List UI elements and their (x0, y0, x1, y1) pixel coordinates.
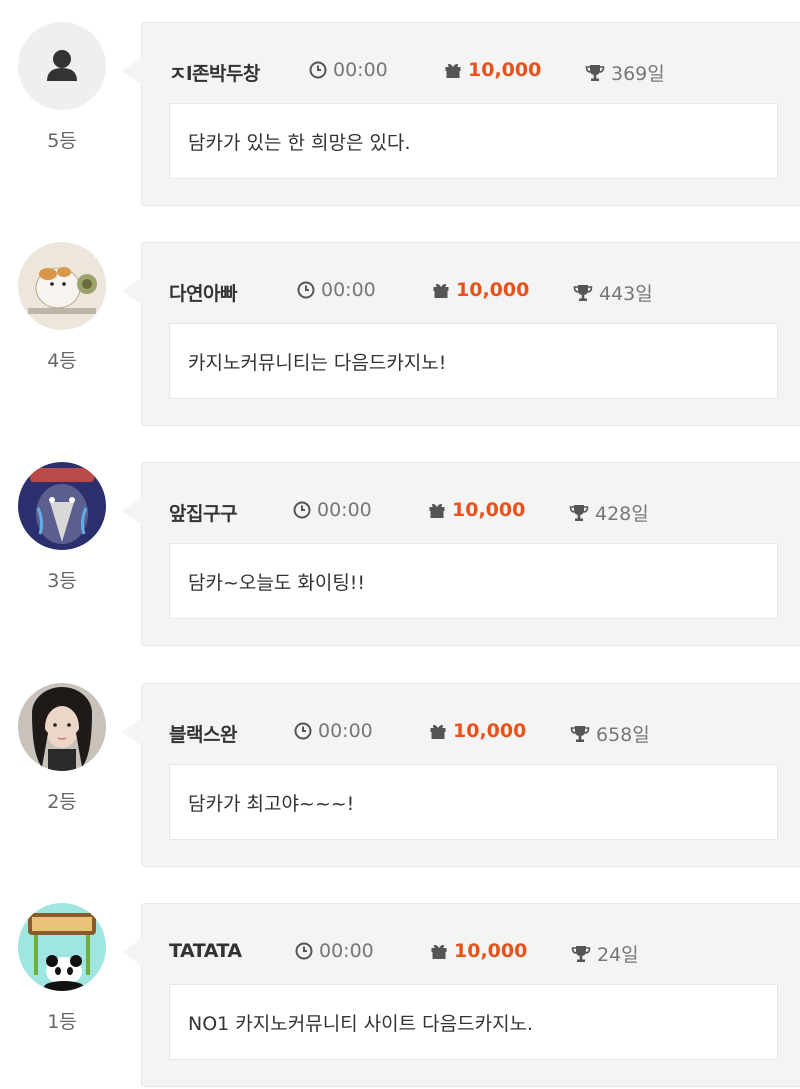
card-pointer (122, 57, 142, 85)
points-value: 10,000 (468, 59, 542, 81)
message-text: 담카가 있는 한 희망은 있다. (188, 131, 411, 154)
avatar[interactable] (18, 242, 106, 330)
card-pointer (122, 718, 142, 746)
avatar[interactable] (18, 903, 106, 991)
avatar[interactable] (18, 22, 106, 110)
card-pointer (122, 497, 142, 525)
rank-label: 3등 (47, 570, 77, 592)
nickname[interactable]: 블랙스완 (169, 720, 237, 747)
nickname[interactable]: ㅈl존박두창 (169, 59, 260, 86)
rank-label: 1등 (47, 1011, 77, 1033)
trophy-icon (569, 504, 589, 521)
hamster-avatar (18, 242, 106, 330)
bird-avatar (18, 462, 106, 550)
time-value: 00:00 (321, 279, 376, 301)
ranking-entry: 5등 ㅈl존박두창 00:00 10,000 369일 담카가 있는 한 희망은… (0, 22, 800, 208)
time-info: 00:00 (309, 59, 388, 81)
message-box: 담카~오늘도 화이팅!! (169, 543, 778, 619)
time-value: 00:00 (317, 499, 372, 521)
message-text: NO1 카지노커뮤니티 사이트 다음드카지노. (188, 1012, 534, 1035)
points-info: 10,000 (432, 279, 529, 301)
gift-icon (431, 944, 447, 959)
card-header: TATATA 00:00 10,000 24일 (169, 936, 789, 966)
days-info: 443일 (573, 279, 653, 306)
time-info: 00:00 (295, 940, 374, 962)
trophy-icon (570, 725, 590, 742)
comment-card: ㅈl존박두창 00:00 10,000 369일 담카가 있는 한 희망은 있다… (122, 22, 800, 206)
ranking-entry: 2등 블랙스완 00:00 10,000 658일 담카가 최고야~~~! (0, 683, 800, 869)
card-header: 블랙스완 00:00 10,000 658일 (169, 716, 789, 746)
days-info: 24일 (571, 940, 639, 967)
nickname[interactable]: 다연아빠 (169, 279, 237, 306)
trophy-icon (571, 945, 591, 962)
message-text: 담카가 최고야~~~! (188, 792, 355, 815)
points-info: 10,000 (428, 499, 525, 521)
clock-icon (295, 942, 313, 960)
clock-icon (293, 501, 311, 519)
clock-icon (294, 722, 312, 740)
points-value: 10,000 (452, 499, 526, 521)
gift-icon (429, 503, 445, 518)
avatar[interactable] (18, 462, 106, 550)
points-value: 10,000 (456, 279, 530, 301)
comment-card: TATATA 00:00 10,000 24일 NO1 카지노커뮤니티 사이트 … (122, 903, 800, 1087)
time-value: 00:00 (333, 59, 388, 81)
days-info: 658일 (570, 720, 650, 747)
card-pointer (122, 938, 142, 966)
avatar[interactable] (18, 683, 106, 771)
days-info: 369일 (585, 59, 665, 86)
days-value: 24일 (597, 944, 639, 966)
days-value: 428일 (595, 503, 649, 525)
comment-card: 블랙스완 00:00 10,000 658일 담카가 최고야~~~! (122, 683, 800, 867)
card-header: ㅈl존박두창 00:00 10,000 369일 (169, 55, 789, 85)
message-box: 담카가 있는 한 희망은 있다. (169, 103, 778, 179)
message-box: 담카가 최고야~~~! (169, 764, 778, 840)
gift-icon (430, 724, 446, 739)
ranking-entry: 4등 다연아빠 00:00 10,000 443일 카지노커뮤니티는 다음드카지… (0, 242, 800, 428)
time-info: 00:00 (294, 720, 373, 742)
days-info: 428일 (569, 499, 649, 526)
message-box: 카지노커뮤니티는 다음드카지노! (169, 323, 778, 399)
ranking-entry: 1등 TATATA 00:00 10,000 24일 NO1 카지노커뮤니티 사… (0, 903, 800, 1089)
message-text: 담카~오늘도 화이팅!! (188, 571, 366, 594)
comment-card: 다연아빠 00:00 10,000 443일 카지노커뮤니티는 다음드카지노! (122, 242, 800, 426)
trophy-icon (585, 64, 605, 81)
points-value: 10,000 (453, 720, 527, 742)
message-box: NO1 카지노커뮤니티 사이트 다음드카지노. (169, 984, 778, 1060)
time-info: 00:00 (297, 279, 376, 301)
clock-icon (309, 61, 327, 79)
rank-label: 4등 (47, 350, 77, 372)
ranking-entry: 3등 앞집구구 00:00 10,000 428일 담카~오늘도 화이팅!! (0, 462, 800, 648)
points-info: 10,000 (429, 720, 526, 742)
time-info: 00:00 (293, 499, 372, 521)
card-header: 앞집구구 00:00 10,000 428일 (169, 495, 789, 525)
nickname[interactable]: 앞집구구 (169, 499, 237, 526)
gift-icon (433, 283, 449, 298)
time-value: 00:00 (318, 720, 373, 742)
days-value: 443일 (599, 283, 653, 305)
rank-label: 2등 (47, 791, 77, 813)
points-value: 10,000 (454, 940, 528, 962)
rank-label: 5등 (47, 130, 77, 152)
comment-card: 앞집구구 00:00 10,000 428일 담카~오늘도 화이팅!! (122, 462, 800, 646)
default-user-icon (18, 22, 106, 110)
trophy-icon (573, 284, 593, 301)
card-pointer (122, 277, 142, 305)
points-info: 10,000 (444, 59, 541, 81)
message-text: 카지노커뮤니티는 다음드카지노! (188, 351, 447, 374)
days-value: 658일 (596, 724, 650, 746)
points-info: 10,000 (430, 940, 527, 962)
gift-icon (445, 63, 461, 78)
tatata-panda-avatar (18, 903, 106, 991)
days-value: 369일 (611, 63, 665, 85)
clock-icon (297, 281, 315, 299)
woman-photo-avatar (18, 683, 106, 771)
nickname[interactable]: TATATA (169, 940, 242, 962)
card-header: 다연아빠 00:00 10,000 443일 (169, 275, 789, 305)
time-value: 00:00 (319, 940, 374, 962)
